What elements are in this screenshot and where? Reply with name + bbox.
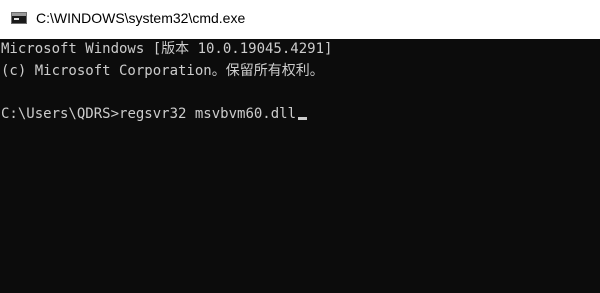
cmd-icon [11, 12, 27, 24]
command-text: regsvr32 msvbvm60.dll [119, 106, 297, 122]
cmd-window: C:\WINDOWS\system32\cmd.exe Microsoft Wi… [0, 0, 600, 293]
copyright-line: (c) Microsoft Corporation。保留所有权利。 [1, 63, 324, 79]
text-cursor [298, 117, 308, 120]
version-line: Microsoft Windows [版本 10.0.19045.4291] [1, 41, 333, 57]
title-bar[interactable]: C:\WINDOWS\system32\cmd.exe [0, 0, 600, 39]
console-output[interactable]: Microsoft Windows [版本 10.0.19045.4291] (… [0, 39, 600, 293]
command-line[interactable]: C:\Users\QDRS>regsvr32 msvbvm60.dll [1, 105, 308, 123]
window-title: C:\WINDOWS\system32\cmd.exe [36, 10, 246, 26]
command-prompt: C:\Users\QDRS> [1, 106, 120, 122]
